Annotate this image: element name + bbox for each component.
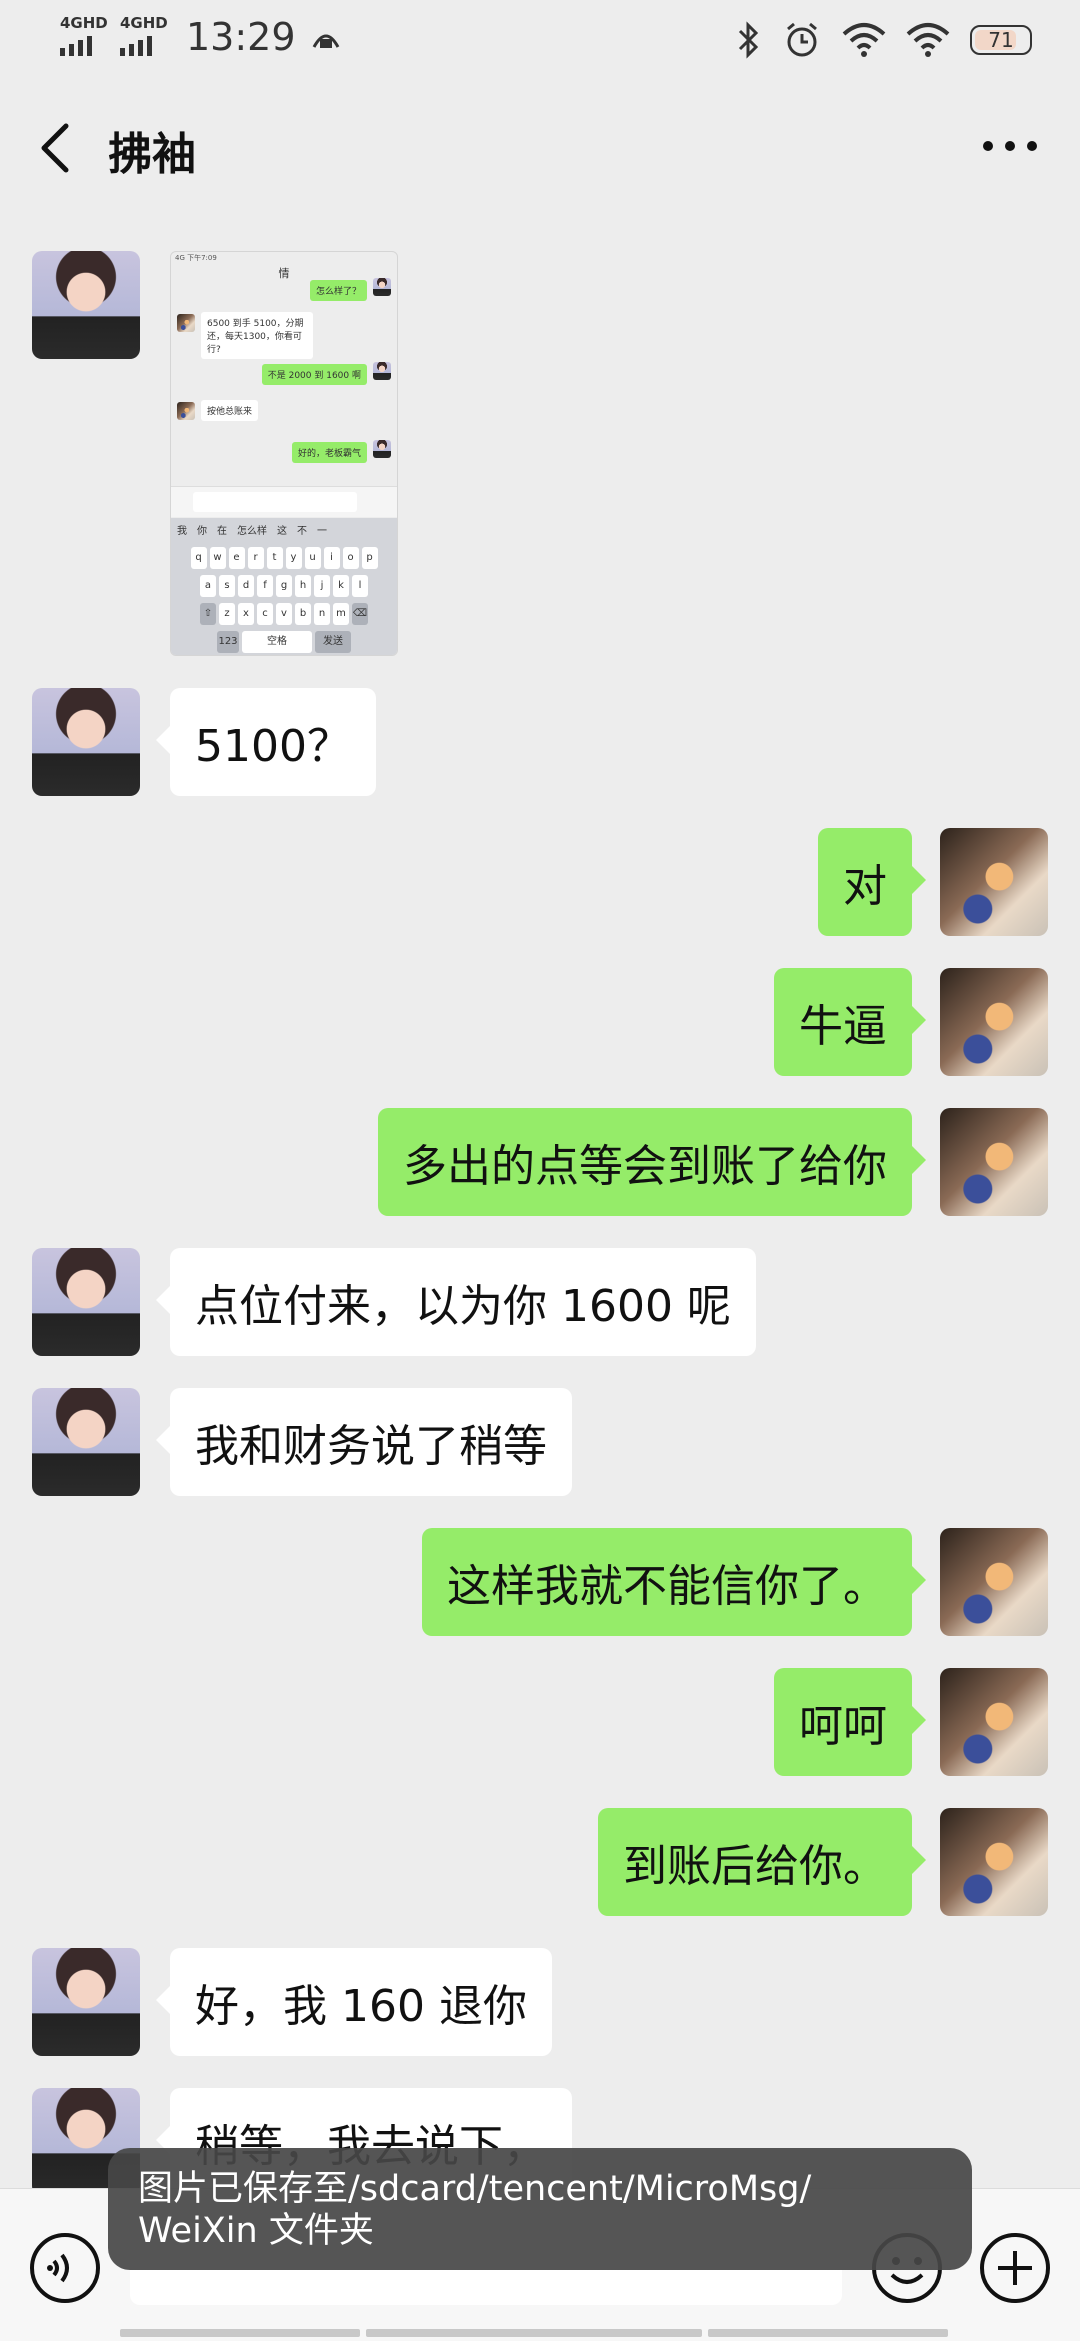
message-bubble-outgoing[interactable]: 这样我就不能信你了。 bbox=[422, 1528, 926, 1636]
thumb-key: u bbox=[304, 547, 321, 569]
network-type-1: 4GHD bbox=[60, 14, 108, 32]
thumb-key: j bbox=[314, 575, 330, 597]
contact-avatar[interactable] bbox=[32, 1948, 140, 2056]
chat-title: 拂袖 bbox=[108, 129, 196, 180]
thumb-key: g bbox=[276, 575, 292, 597]
chat-header: 拂袖 bbox=[0, 82, 1080, 214]
data-activity-icon bbox=[312, 34, 339, 48]
thumb-key: p bbox=[361, 547, 378, 569]
thumb-candidate: 一 bbox=[317, 526, 327, 537]
message-bubble-outgoing[interactable]: 多出的点等会到账了给你 bbox=[378, 1108, 926, 1216]
signal-1-icon: 4GHD bbox=[60, 14, 108, 60]
thumb-avatar bbox=[177, 314, 195, 332]
thumb-key: o bbox=[342, 547, 359, 569]
thumb-key: r bbox=[247, 547, 264, 569]
nav-indicator bbox=[0, 2329, 1080, 2341]
thumb-key: b bbox=[295, 603, 311, 625]
voice-icon[interactable] bbox=[28, 2231, 102, 2305]
contact-avatar[interactable] bbox=[32, 251, 140, 359]
message-bubble-outgoing[interactable]: 到账后给你。 bbox=[598, 1808, 926, 1916]
thumb-key: q bbox=[190, 547, 207, 569]
battery-level: 71 bbox=[988, 28, 1014, 52]
thumb-backspace-key: ⌫ bbox=[352, 603, 368, 625]
thumb-key: a bbox=[200, 575, 216, 597]
thumb-key: y bbox=[285, 547, 302, 569]
my-avatar[interactable] bbox=[940, 968, 1048, 1076]
contact-avatar[interactable] bbox=[32, 1388, 140, 1496]
plus-icon[interactable] bbox=[978, 2231, 1052, 2305]
thumb-key: d bbox=[238, 575, 254, 597]
alarm-icon bbox=[787, 22, 817, 57]
my-avatar[interactable] bbox=[940, 828, 1048, 936]
save-toast: 图片已保存至/sdcard/tencent/MicroMsg/ WeiXin 文… bbox=[108, 2148, 972, 2270]
thumb-msg-in-1: 6500 到手 5100，分期还，每天1300，你看可行? bbox=[201, 312, 313, 359]
thumb-key: h bbox=[295, 575, 311, 597]
thumb-candidate: 在 bbox=[217, 526, 227, 537]
wifi-icon-2 bbox=[906, 23, 950, 57]
contact-avatar[interactable] bbox=[32, 1248, 140, 1356]
thumb-key: z bbox=[219, 603, 235, 625]
message-bubble-incoming[interactable]: 点位付来，以为你 1600 呢 bbox=[156, 1248, 756, 1356]
thumb-key: k bbox=[333, 575, 349, 597]
thumb-candidate: 你 bbox=[197, 526, 207, 537]
thumb-avatar bbox=[373, 440, 391, 458]
thumb-key: c bbox=[257, 603, 273, 625]
thumb-key: w bbox=[209, 547, 226, 569]
thumb-status-bar: 4G 下午7:09 bbox=[175, 254, 217, 262]
thumb-avatar bbox=[373, 362, 391, 380]
message-bubble-outgoing[interactable]: 牛逼 bbox=[774, 968, 926, 1076]
thumb-key: v bbox=[276, 603, 292, 625]
bluetooth-icon bbox=[738, 21, 759, 59]
my-avatar[interactable] bbox=[940, 1108, 1048, 1216]
thumb-msg-out-0: 怎么样了？ bbox=[309, 280, 367, 301]
message-bubble-incoming[interactable]: 5100？ bbox=[156, 688, 376, 796]
thumb-msg-out-2: 好的，老板霸气 bbox=[291, 442, 367, 463]
thumb-key: l bbox=[352, 575, 368, 597]
image-message-thumbnail[interactable]: 4G 下午7:09 情 怎么样了？ 6500 到手 5100，分期还，每天130… bbox=[170, 251, 398, 656]
thumb-key-space: 空格 bbox=[242, 631, 312, 653]
thumb-key: f bbox=[257, 575, 273, 597]
thumb-key-send: 发送 bbox=[315, 631, 351, 653]
thumb-keyboard: 我你在怎么样这不一 qwertyuiop asdfghjkl ⇧ z x c v b n m ⌫… bbox=[171, 518, 397, 655]
thumb-msg-in-2: 按他总账来 bbox=[201, 400, 259, 421]
thumb-shift-key: ⇧ bbox=[200, 603, 216, 625]
message-bubble-incoming[interactable]: 好，我 160 退你 bbox=[156, 1948, 552, 2056]
thumb-key-123: 123 bbox=[217, 631, 239, 653]
signal-2-icon: 4GHD bbox=[120, 14, 168, 60]
thumb-key: s bbox=[219, 575, 235, 597]
message-bubble-outgoing[interactable]: 对 bbox=[818, 828, 926, 936]
thumb-avatar bbox=[373, 278, 391, 296]
thumb-key: m bbox=[333, 603, 349, 625]
thumb-key: e bbox=[228, 547, 245, 569]
my-avatar[interactable] bbox=[940, 1668, 1048, 1776]
status-bar: 4GHD 4GHD 13:29 71 bbox=[0, 0, 1080, 82]
thumb-key: t bbox=[266, 547, 283, 569]
thumb-avatar bbox=[177, 402, 195, 420]
status-time: 13:29 bbox=[186, 15, 296, 59]
battery-icon: 71 bbox=[970, 25, 1032, 55]
my-avatar[interactable] bbox=[940, 1808, 1048, 1916]
thumb-input-bar bbox=[171, 486, 397, 517]
contact-avatar[interactable] bbox=[32, 688, 140, 796]
thumb-candidate: 不 bbox=[297, 526, 307, 537]
message-bubble-incoming[interactable]: 我和财务说了稍等 bbox=[156, 1388, 572, 1496]
thumb-key: i bbox=[323, 547, 340, 569]
thumb-key: n bbox=[314, 603, 330, 625]
back-arrow-icon[interactable] bbox=[30, 118, 80, 178]
more-dots-icon[interactable] bbox=[978, 126, 1042, 166]
thumb-candidate: 我 bbox=[177, 526, 187, 537]
network-type-2: 4GHD bbox=[120, 14, 168, 32]
wifi-icon bbox=[842, 23, 886, 57]
thumb-key: x bbox=[238, 603, 254, 625]
thumb-msg-out-1: 不是 2000 到 1600 啊 bbox=[261, 364, 367, 385]
message-bubble-outgoing[interactable]: 呵呵 bbox=[774, 1668, 926, 1776]
thumb-candidate: 怎么样 bbox=[237, 526, 267, 537]
my-avatar[interactable] bbox=[940, 1528, 1048, 1636]
thumb-candidate: 这 bbox=[277, 526, 287, 537]
